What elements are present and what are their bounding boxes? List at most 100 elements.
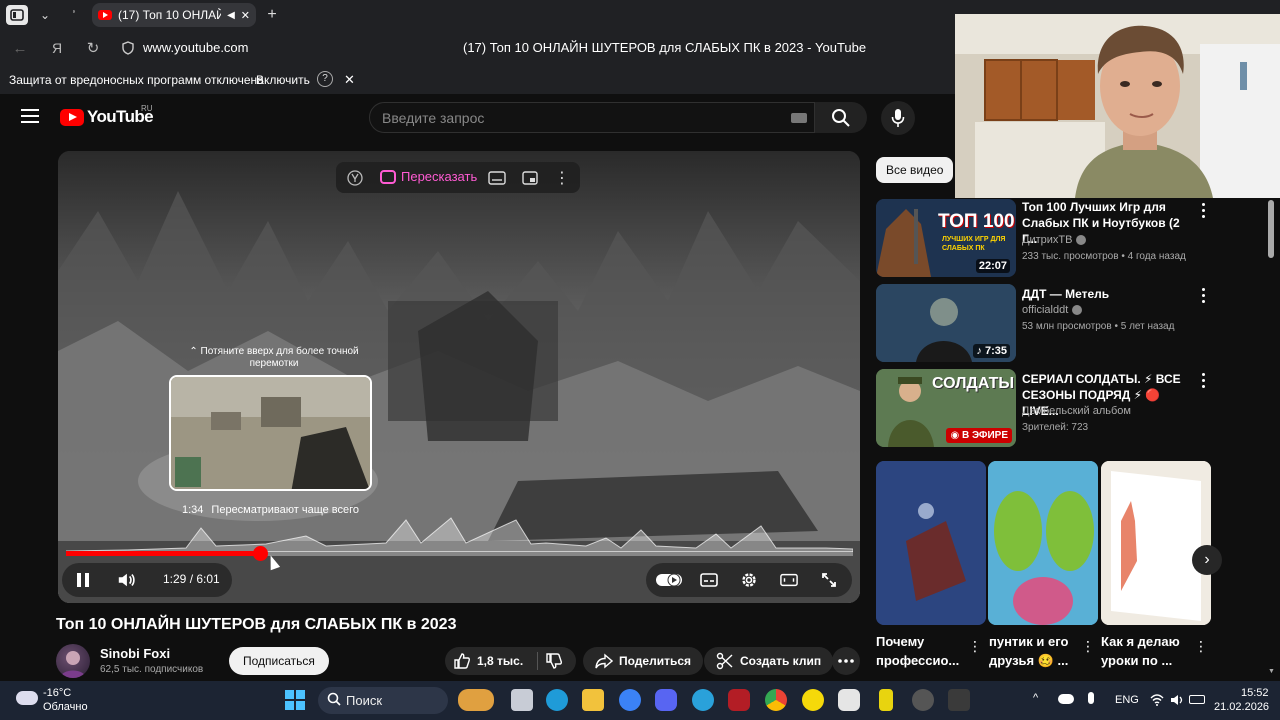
- youtube-logo[interactable]: YouTube: [60, 107, 154, 127]
- yandex-browser-icon[interactable]: [346, 169, 364, 187]
- tabs-menu-chevron-icon[interactable]: ⌄: [34, 5, 56, 25]
- chip-all-videos[interactable]: Все видео: [876, 157, 954, 183]
- more-actions-button[interactable]: [832, 647, 860, 675]
- search-button[interactable]: [815, 102, 867, 133]
- subtitles-button[interactable]: [700, 571, 718, 589]
- create-clip-button[interactable]: Создать клип: [704, 647, 834, 675]
- subscribe-button[interactable]: Подписаться: [229, 647, 329, 675]
- app-battery-icon[interactable]: [879, 689, 893, 711]
- app-yellow-icon[interactable]: [802, 689, 824, 711]
- more-options-icon[interactable]: ⋮: [553, 169, 571, 187]
- help-icon[interactable]: ?: [317, 71, 333, 87]
- recommendation-thumbnail[interactable]: ТОП 100 ЛУЧШИХ ИГР ДЛЯ СЛАБЫХ ПК 22:07: [876, 199, 1016, 277]
- yandex-browser-taskbar-icon[interactable]: [838, 689, 860, 711]
- short-menu-icon[interactable]: ⋮: [1081, 638, 1095, 655]
- recommendation-channel[interactable]: Дембельский альбом: [1022, 405, 1131, 417]
- short-thumbnail[interactable]: [988, 461, 1098, 625]
- recommendation-menu-icon[interactable]: [1202, 288, 1206, 303]
- weather-description[interactable]: Облачно: [43, 701, 88, 713]
- voice-search-button[interactable]: [881, 101, 915, 135]
- battery-tray-icon[interactable]: [1189, 695, 1205, 704]
- tab-youtube[interactable]: (17) Топ 10 ОНЛАЙ ◀︎ ✕: [92, 3, 256, 27]
- share-button[interactable]: Поделиться: [583, 647, 704, 675]
- app-gear-icon[interactable]: [912, 689, 934, 711]
- recommendation-item[interactable]: СОЛДАТЫ ◉ В ЭФИРЕ СЕРИАЛ СОЛДАТЫ. ⚡ ВСЕ …: [876, 369, 1216, 449]
- picture-in-picture-icon[interactable]: [521, 169, 539, 187]
- pinned-tab-icon[interactable]: ʼ: [63, 5, 85, 25]
- pause-button[interactable]: [74, 571, 92, 589]
- short-menu-icon[interactable]: ⋮: [968, 638, 982, 655]
- subtitles-translate-icon[interactable]: [488, 169, 506, 187]
- speaker-icon[interactable]: ◀︎: [227, 10, 235, 21]
- onedrive-icon[interactable]: [1058, 694, 1074, 704]
- yandex-icon[interactable]: Я: [47, 38, 67, 58]
- pause-icon: [77, 573, 89, 587]
- cat-widget-icon[interactable]: [458, 689, 494, 711]
- like-button[interactable]: 1,8 тыс.: [453, 652, 523, 670]
- taskbar-search-label: Поиск: [346, 693, 383, 708]
- enable-protection-button[interactable]: Включить: [251, 70, 315, 90]
- recommendation-menu-icon[interactable]: [1202, 203, 1206, 218]
- chrome-icon[interactable]: [765, 689, 787, 711]
- recommendation-channel[interactable]: ДитрихТВ: [1022, 234, 1087, 246]
- sidebar-toggle-icon[interactable]: [6, 5, 28, 25]
- discord-icon[interactable]: [655, 689, 677, 711]
- app-dark-icon[interactable]: [948, 689, 970, 711]
- page-scrollbar[interactable]: [1268, 200, 1274, 258]
- new-tab-icon[interactable]: +: [261, 5, 283, 25]
- settings-button[interactable]: [740, 571, 758, 589]
- recommendation-thumbnail[interactable]: ♪ 7:35: [876, 284, 1016, 362]
- fullscreen-button[interactable]: [820, 571, 838, 589]
- menu-icon[interactable]: [21, 109, 39, 123]
- short-title[interactable]: Почему профессио...: [876, 632, 966, 670]
- youtube-logo-icon: [60, 108, 84, 126]
- windows-start-icon[interactable]: [285, 690, 305, 710]
- weather-cloud-icon[interactable]: [16, 691, 38, 705]
- retell-button[interactable]: Пересказать: [380, 169, 477, 184]
- short-menu-icon[interactable]: ⋮: [1194, 638, 1208, 655]
- recommendation-channel[interactable]: officialddt: [1022, 304, 1083, 316]
- clock-time[interactable]: 15:52: [1241, 687, 1269, 699]
- recommendation-title[interactable]: ДДТ — Метель: [1022, 286, 1194, 302]
- edge-icon[interactable]: [546, 689, 568, 711]
- tray-overflow-icon[interactable]: ^: [1033, 692, 1038, 704]
- speaker-tray-icon[interactable]: [1170, 693, 1184, 711]
- site-shield-icon[interactable]: [118, 38, 138, 58]
- wifi-icon[interactable]: [1150, 693, 1164, 711]
- short-title[interactable]: пунтик и его друзья 🥴 ...: [989, 632, 1079, 670]
- volume-button[interactable]: [117, 571, 135, 589]
- task-view-icon[interactable]: [511, 689, 533, 711]
- reload-icon[interactable]: ↻: [83, 38, 103, 58]
- weather-temperature[interactable]: -16°C: [43, 687, 71, 699]
- back-icon[interactable]: ←: [10, 38, 30, 58]
- channel-name[interactable]: Sinobi Foxi: [100, 646, 170, 661]
- cortana-icon[interactable]: [619, 689, 641, 711]
- shorts-next-button[interactable]: ›: [1192, 545, 1222, 575]
- short-thumbnail[interactable]: [876, 461, 986, 625]
- recommendation-menu-icon[interactable]: [1202, 373, 1206, 388]
- keyboard-icon[interactable]: [791, 113, 807, 123]
- search-icon: [832, 108, 850, 127]
- taskbar-search[interactable]: Поиск: [318, 687, 448, 714]
- file-explorer-icon[interactable]: [582, 689, 604, 711]
- autoplay-toggle[interactable]: [656, 571, 682, 589]
- app-red-icon[interactable]: [728, 689, 750, 711]
- theater-mode-button[interactable]: [780, 571, 798, 589]
- scroll-down-icon[interactable]: ▼: [1268, 668, 1275, 675]
- progress-bar[interactable]: [66, 546, 853, 561]
- channel-avatar[interactable]: [56, 644, 90, 678]
- short-thumbnail[interactable]: [1101, 461, 1211, 625]
- recommendation-item[interactable]: ТОП 100 ЛУЧШИХ ИГР ДЛЯ СЛАБЫХ ПК 22:07 Т…: [876, 199, 1216, 279]
- dislike-button[interactable]: [545, 652, 563, 673]
- short-title[interactable]: Как я делаю уроки по ...: [1101, 632, 1191, 670]
- recommendation-item[interactable]: ♪ 7:35 ДДТ — Метель officialddt 53 млн п…: [876, 284, 1216, 364]
- close-tab-icon[interactable]: ✕: [241, 9, 250, 22]
- language-indicator[interactable]: ENG: [1115, 694, 1139, 706]
- telegram-icon[interactable]: [692, 689, 714, 711]
- url-text[interactable]: www.youtube.com: [143, 40, 249, 55]
- search-input[interactable]: Введите запрос: [369, 102, 815, 133]
- clock-date[interactable]: 21.02.2026: [1214, 701, 1269, 713]
- microphone-tray-icon[interactable]: [1088, 692, 1094, 704]
- close-warning-icon[interactable]: ✕: [344, 72, 355, 88]
- recommendation-thumbnail[interactable]: СОЛДАТЫ ◉ В ЭФИРЕ: [876, 369, 1016, 447]
